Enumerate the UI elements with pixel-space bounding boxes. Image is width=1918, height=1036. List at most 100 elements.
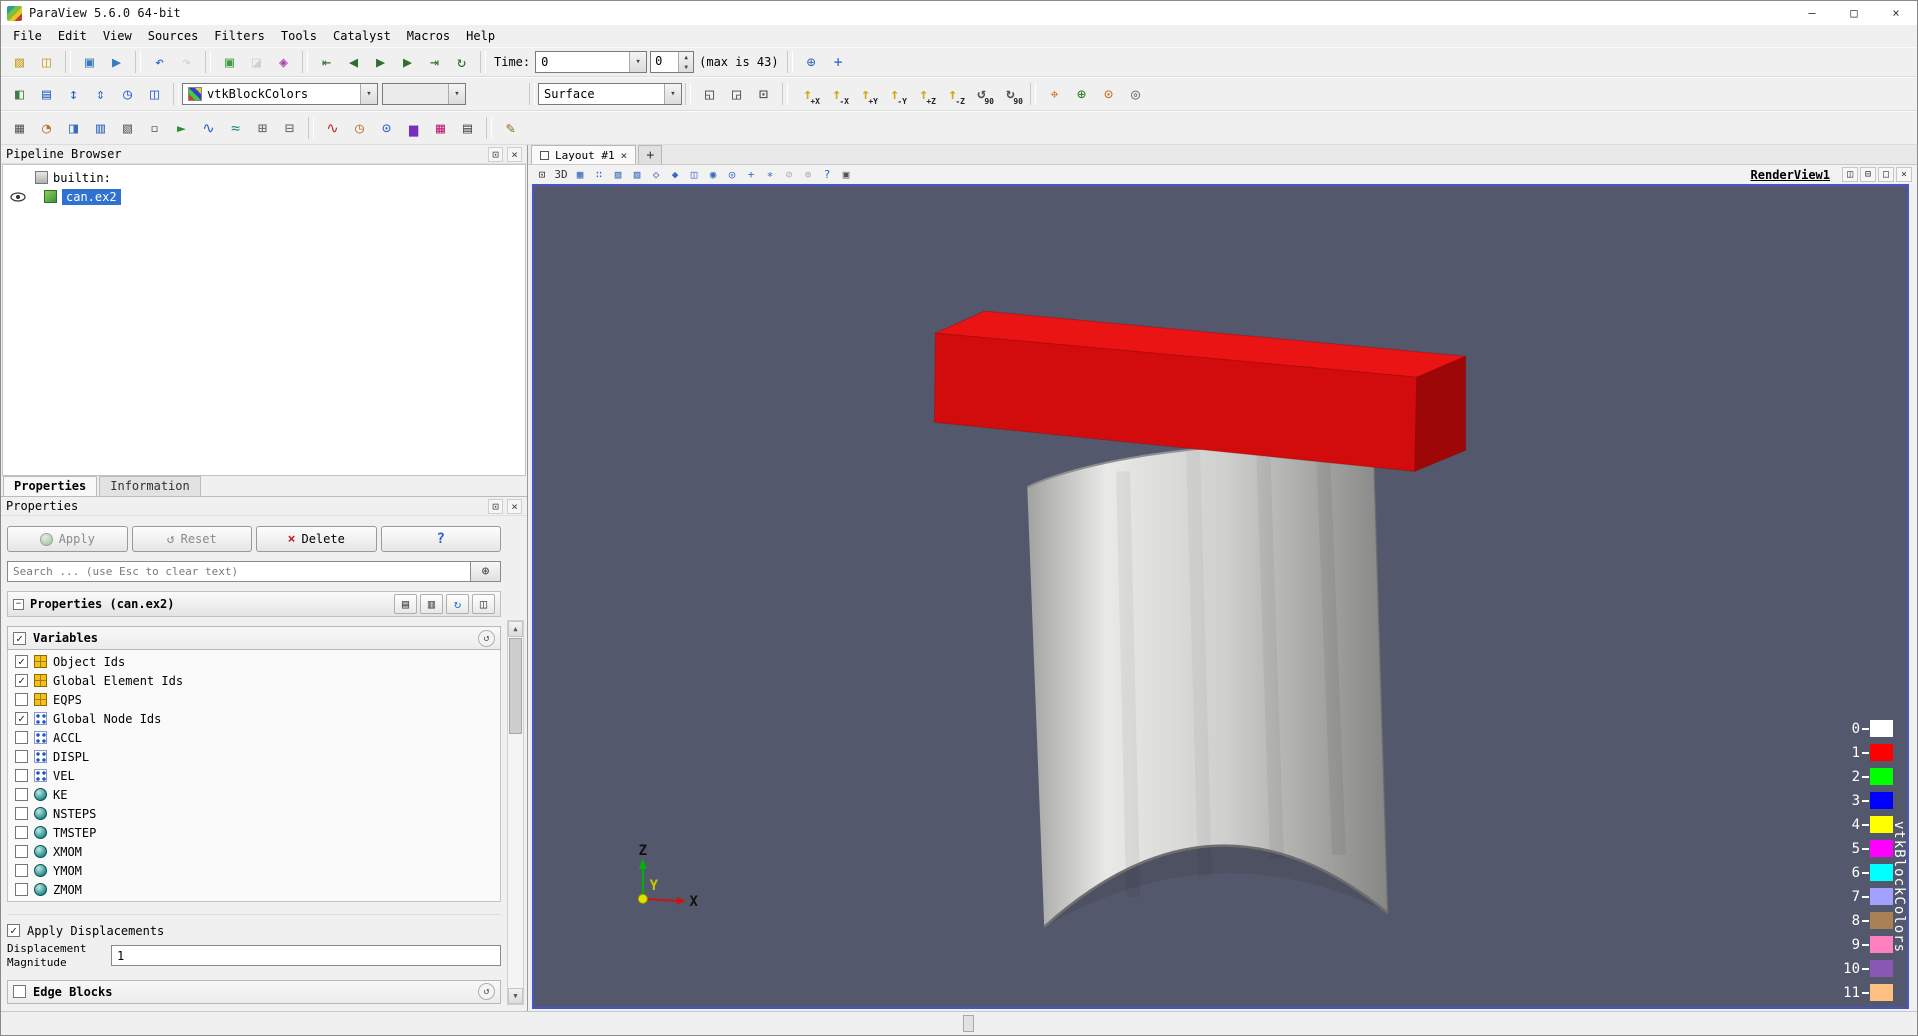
menu-view[interactable]: View (95, 27, 140, 45)
apply-displacements-checkbox[interactable] (7, 924, 20, 937)
reset-button[interactable]: ↺ Reset (131, 526, 252, 552)
visibility-eye-icon[interactable] (9, 191, 27, 202)
undock-panel-icon[interactable]: ⊡ (488, 498, 503, 514)
variable-row-displ[interactable]: DISPL (8, 747, 500, 766)
pick-center-icon[interactable]: ⊙ (1096, 82, 1121, 106)
extract-block-filter-icon[interactable]: ⊟ (277, 116, 302, 140)
variable-row-zmom[interactable]: ZMOM (8, 880, 500, 899)
set-view--Z-button[interactable]: ↑ -Z (939, 82, 966, 106)
rescale-visible-range-icon[interactable]: ◫ (142, 82, 167, 106)
scrollbar-thumb[interactable] (509, 638, 522, 734)
undo-icon[interactable]: ↶ (147, 50, 172, 74)
variable-checkbox[interactable] (15, 693, 28, 706)
copy-properties-icon[interactable]: ▤ (394, 594, 417, 614)
variable-row-ymom[interactable]: YMOM (8, 861, 500, 880)
split-horizontal-icon[interactable]: ◫ (1842, 167, 1858, 182)
select-points-on-icon[interactable]: ∷ (590, 167, 608, 183)
contour-filter-icon[interactable]: ◔ (34, 116, 59, 140)
zoom-to-selection-icon[interactable]: ⊕ (799, 167, 817, 183)
tab-information[interactable]: Information (99, 476, 201, 496)
histogram-icon[interactable]: ▅ (401, 116, 426, 140)
representation-combo[interactable]: Surface ▾ (538, 83, 682, 105)
save-data-icon[interactable]: ◫ (34, 50, 59, 74)
tab-layout-1[interactable]: Layout #1 × (531, 145, 637, 164)
previous-frame-button[interactable]: ◀ (341, 50, 366, 74)
set-view--Y-button[interactable]: ↑ -Y (881, 82, 908, 106)
variable-row-vel[interactable]: VEL (8, 766, 500, 785)
split-vertical-icon[interactable]: ⊟ (1860, 167, 1876, 182)
rescale-to-data-range-icon[interactable]: ↕ (61, 82, 86, 106)
variable-row-object-ids[interactable]: Object Ids (8, 652, 500, 671)
variable-row-eqps[interactable]: EQPS (8, 690, 500, 709)
edge-blocks-checkbox[interactable] (13, 985, 26, 998)
variable-checkbox[interactable] (15, 826, 28, 839)
last-frame-button[interactable]: ⇥ (422, 50, 447, 74)
color-legend[interactable]: 0 1 2 3 4 5 6 7 8 9 10 11 (1834, 720, 1893, 1001)
variable-row-global-element-ids[interactable]: Global Element Ids (8, 671, 500, 690)
variable-checkbox[interactable] (15, 788, 28, 801)
redo-icon[interactable]: ↷ (174, 50, 199, 74)
status-resize-handle[interactable] (963, 1015, 974, 1032)
close-button[interactable]: × (1875, 1, 1917, 25)
variable-checkbox[interactable] (15, 655, 28, 668)
set-view-+Z-button[interactable]: ↑ +Z (910, 82, 937, 106)
plot-matrix-icon[interactable]: ▦ (428, 116, 453, 140)
variable-checkbox[interactable] (15, 883, 28, 896)
reset-camera-icon[interactable]: ◱ (697, 82, 722, 106)
glyph-filter-icon[interactable]: ► (169, 116, 194, 140)
close-view-icon[interactable]: × (1896, 167, 1912, 182)
select-cells-rect-icon[interactable]: ▧ (609, 167, 627, 183)
displacement-magnitude-input[interactable] (111, 945, 501, 967)
interaction-mode-3d[interactable]: 3D (552, 167, 570, 183)
slice-filter-icon[interactable]: ▥ (88, 116, 113, 140)
scroll-down-icon[interactable]: ▼ (508, 988, 523, 1004)
auto-apply-icon[interactable]: ▣ (217, 50, 242, 74)
save-animation-icon[interactable]: ▶ (104, 50, 129, 74)
variable-row-accl[interactable]: ACCL (8, 728, 500, 747)
help-button[interactable]: ? (380, 526, 501, 552)
properties-scrollbar[interactable]: ▲ ▼ (507, 620, 524, 1005)
open-file-icon[interactable]: ▨ (7, 50, 32, 74)
pipeline-item-builtin[interactable]: builtin: (3, 168, 525, 187)
show-color-legend-icon[interactable]: ▤ (34, 82, 59, 106)
extract-selection-icon[interactable]: ▤ (455, 116, 480, 140)
first-frame-button[interactable]: ⇤ (314, 50, 339, 74)
extract-subset-filter-icon[interactable]: ▫ (142, 116, 167, 140)
coloring-combo[interactable]: vtkBlockColors ▾ (182, 83, 378, 105)
magnify-icon[interactable]: ⊕ (799, 50, 824, 74)
rotate-90-button[interactable]: ↻ 90 (997, 82, 1024, 106)
variable-checkbox[interactable] (15, 864, 28, 877)
time-combo[interactable]: 0 ▾ (535, 51, 648, 73)
variable-row-ke[interactable]: KE (8, 785, 500, 804)
menu-file[interactable]: File (5, 27, 50, 45)
paste-properties-icon[interactable]: ▥ (420, 594, 443, 614)
rotate-90-button[interactable]: ↺ 90 (968, 82, 995, 106)
undock-panel-icon[interactable]: ⊡ (488, 146, 503, 162)
select-cells-on-icon[interactable]: ▦ (571, 167, 589, 183)
stream-tracer-filter-icon[interactable]: ∿ (196, 116, 221, 140)
set-view--X-button[interactable]: ↑ -X (823, 82, 850, 106)
set-view-+Y-button[interactable]: ↑ +Y (852, 82, 879, 106)
reset-center-icon[interactable]: ◎ (1123, 82, 1148, 106)
variable-row-tmstep[interactable]: TMSTEP (8, 823, 500, 842)
variable-checkbox[interactable] (15, 674, 28, 687)
add-layout-tab[interactable]: + (638, 145, 663, 164)
group-datasets-filter-icon[interactable]: ⊞ (250, 116, 275, 140)
menu-tools[interactable]: Tools (273, 27, 325, 45)
zoom-to-box-icon[interactable]: ⊡ (751, 82, 776, 106)
frame-spinbox[interactable]: 0 ▲ ▼ (650, 51, 695, 73)
add-camera-link-icon[interactable]: + (826, 50, 851, 74)
next-frame-button[interactable]: ▶ (395, 50, 420, 74)
variable-checkbox[interactable] (15, 750, 28, 763)
threshold-filter-icon[interactable]: ▧ (115, 116, 140, 140)
zoom-to-data-icon[interactable]: ◲ (724, 82, 749, 106)
warp-vector-filter-icon[interactable]: ≈ (223, 116, 248, 140)
probe-location-icon[interactable]: ⊙ (374, 116, 399, 140)
select-points-polygon-icon[interactable]: ◆ (666, 167, 684, 183)
hover-points-icon[interactable]: ∗ (761, 167, 779, 183)
tab-properties[interactable]: Properties (3, 476, 98, 496)
menu-macros[interactable]: Macros (399, 27, 458, 45)
maximize-button[interactable]: □ (1833, 1, 1875, 25)
menu-help[interactable]: Help (458, 27, 503, 45)
plot-selection-over-time-icon[interactable]: ◷ (347, 116, 372, 140)
